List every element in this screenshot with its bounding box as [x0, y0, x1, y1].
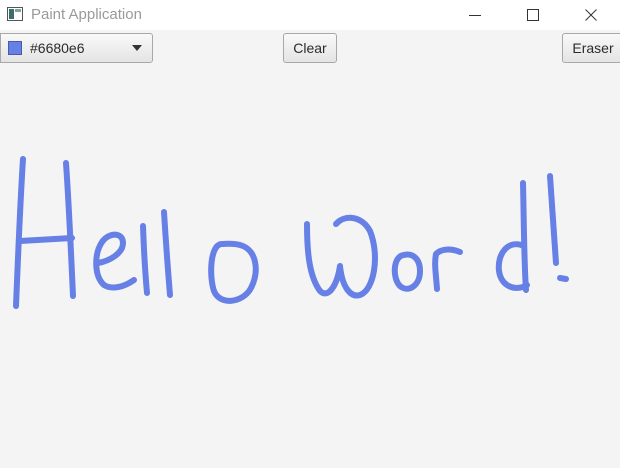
paint-application-window: Paint Application #6680e6 Clear Eraser	[0, 0, 620, 468]
stroke-e	[93, 231, 137, 291]
stroke-h-left	[13, 156, 26, 309]
color-picker-dropdown[interactable]: #6680e6	[0, 33, 153, 63]
color-picker-value: #6680e6	[30, 40, 85, 56]
stroke-h-right	[63, 160, 76, 299]
minimize-icon	[469, 15, 481, 16]
title-bar[interactable]: Paint Application	[0, 0, 620, 30]
eraser-button[interactable]: Eraser	[562, 33, 620, 63]
maximize-button[interactable]	[510, 0, 556, 30]
minimize-button[interactable]	[452, 0, 498, 30]
drawing-canvas[interactable]	[0, 66, 620, 468]
stroke-l1	[140, 223, 150, 296]
chevron-down-icon	[132, 45, 142, 51]
window-title: Paint Application	[31, 6, 142, 23]
stroke-h-cross	[17, 235, 75, 244]
maximize-icon	[527, 9, 539, 21]
close-icon	[585, 9, 597, 21]
stroke-l2	[161, 209, 173, 298]
stroke-r	[432, 246, 463, 292]
close-button[interactable]	[568, 0, 614, 30]
stroke-w	[304, 214, 378, 299]
hello-world-drawing	[13, 156, 569, 309]
app-window-icon	[7, 7, 23, 21]
stroke-exclamation	[547, 173, 559, 266]
stroke-o2	[391, 251, 423, 292]
color-swatch	[8, 41, 22, 55]
stroke-exclamation-dot	[557, 275, 569, 282]
stroke-d	[495, 180, 530, 293]
clear-button[interactable]: Clear	[283, 33, 337, 63]
stroke-o	[208, 240, 259, 304]
